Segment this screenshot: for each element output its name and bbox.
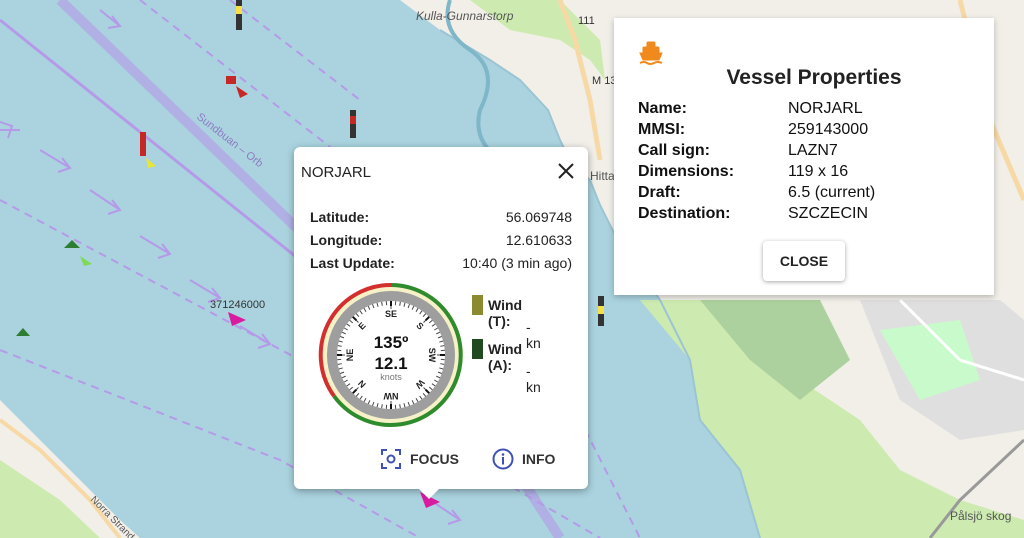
road-label-111: 111 bbox=[578, 15, 595, 27]
latitude-label: Latitude: bbox=[310, 209, 370, 225]
wind-apparent-label: Wind (A): bbox=[488, 341, 523, 373]
property-value: LAZN7 bbox=[788, 142, 838, 159]
last-update-value: 10:40 (3 min ago) bbox=[462, 255, 572, 271]
popup-tail bbox=[419, 489, 439, 499]
wind-true-value: - kn bbox=[526, 319, 541, 351]
focus-label: FOCUS bbox=[410, 451, 459, 467]
latitude-row: Latitude: 56.069748 bbox=[310, 209, 572, 225]
info-icon bbox=[492, 448, 514, 470]
property-key: Dimensions: bbox=[638, 163, 735, 180]
compass-tick bbox=[337, 345, 342, 347]
compass-label: SE bbox=[385, 309, 397, 319]
compass-heading: 135º bbox=[374, 333, 409, 352]
compass-tick bbox=[337, 363, 342, 365]
latitude-value: 56.069748 bbox=[505, 209, 572, 225]
compass-speed-unit: knots bbox=[380, 372, 402, 382]
property-value: NORJARL bbox=[788, 100, 863, 117]
popup-vessel-name: NORJARL bbox=[301, 164, 372, 181]
property-value: 259143000 bbox=[788, 121, 869, 138]
property-key: MMSI: bbox=[638, 121, 686, 138]
compass-tick bbox=[399, 404, 401, 409]
property-key: Destination: bbox=[638, 205, 731, 222]
vessel-popup: NORJARL Latitude: 56.069748 Longitude: 1… bbox=[294, 147, 588, 499]
property-key: Name: bbox=[638, 100, 687, 117]
ship-label[interactable]: 371246000 bbox=[210, 299, 265, 311]
wind-apparent-value: - kn bbox=[526, 363, 541, 395]
compass-tick bbox=[399, 301, 401, 306]
longitude-label: Longitude: bbox=[310, 232, 383, 248]
compass-speed: 12.1 bbox=[374, 354, 407, 373]
compass-tick bbox=[440, 345, 445, 347]
compass-label: SW bbox=[427, 348, 437, 363]
vessel-properties-dialog: Vessel Properties Name: NORJARL MMSI: 25914… bbox=[614, 18, 994, 295]
wind-true-label: Wind (T): bbox=[488, 297, 523, 329]
focus-icon bbox=[381, 449, 401, 469]
focus-button[interactable]: FOCUS bbox=[380, 447, 459, 471]
property-key: Draft: bbox=[638, 184, 681, 201]
longitude-value: 12.610633 bbox=[505, 232, 572, 248]
close-icon[interactable] bbox=[556, 161, 576, 181]
info-label: INFO bbox=[522, 451, 556, 467]
compass-tick bbox=[381, 301, 383, 306]
compass-label: NE bbox=[345, 349, 355, 362]
last-update-row: Last Update: 10:40 (3 min ago) bbox=[310, 255, 572, 271]
property-value: 119 x 16 bbox=[788, 163, 849, 180]
last-update-label: Last Update: bbox=[310, 255, 395, 271]
compass-gauge: SESSWWNWNNEE 135º 12.1 knots bbox=[318, 282, 463, 427]
compass-tick bbox=[381, 404, 383, 409]
compass-label: NW bbox=[383, 391, 398, 401]
property-value: SZCZECIN bbox=[788, 205, 868, 222]
property-key: Call sign: bbox=[638, 142, 711, 159]
wind-apparent-swatch bbox=[472, 339, 483, 359]
place-label-kulla-gunnarstorp: Kulla-Gunnarstorp bbox=[416, 9, 514, 23]
compass-tick bbox=[440, 363, 445, 365]
property-value: 6.5 (current) bbox=[788, 184, 876, 201]
longitude-row: Longitude: 12.610633 bbox=[310, 232, 572, 248]
properties-title: Vessel Properties bbox=[726, 66, 902, 89]
wind-true-swatch bbox=[472, 295, 483, 315]
road-label-m13: M 13 bbox=[592, 75, 616, 87]
close-button[interactable]: CLOSE bbox=[763, 241, 845, 281]
info-button[interactable]: INFO bbox=[492, 447, 555, 471]
ship-icon bbox=[639, 41, 663, 65]
place-label-palsjo-skog: Pålsjö skog bbox=[950, 509, 1011, 523]
